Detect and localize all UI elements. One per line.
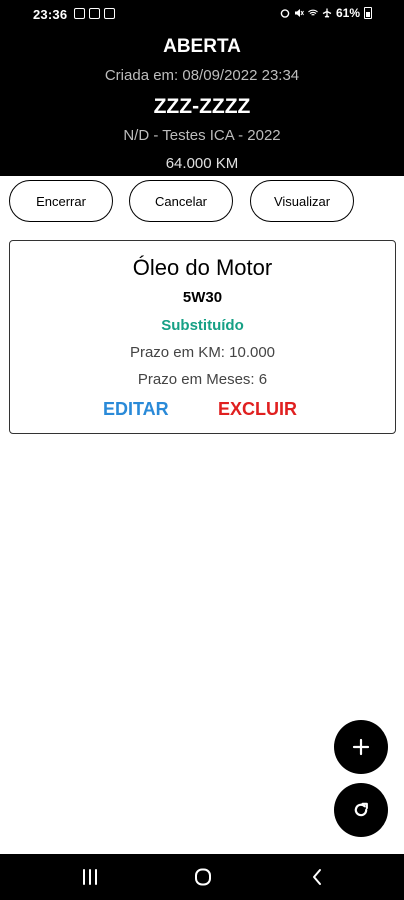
gallery-icon (74, 8, 85, 19)
refresh-button[interactable] (334, 783, 388, 837)
recent-apps-icon (83, 869, 97, 885)
service-item-status: Substituído (161, 317, 244, 334)
month-deadline: Prazo em Meses: 6 (137, 371, 268, 388)
edit-button[interactable]: EDITAR (103, 399, 169, 420)
refresh-icon (354, 802, 368, 817)
service-item-spec: 5W30 (182, 289, 223, 306)
status-time: 23:36 (33, 7, 68, 22)
notification-icon (104, 8, 115, 19)
action-bar: Encerrar Cancelar Visualizar (9, 180, 399, 224)
order-status: ABERTA (163, 36, 241, 57)
close-order-button[interactable]: Encerrar (9, 180, 113, 222)
recent-apps-button[interactable] (78, 865, 102, 889)
back-icon (313, 869, 321, 885)
home-button[interactable] (191, 865, 215, 889)
back-button[interactable] (305, 865, 329, 889)
alarm-icon (280, 9, 290, 18)
vehicle-description: N/D - Testes ICA - 2022 (123, 127, 281, 144)
cancel-button[interactable]: Cancelar (129, 180, 233, 222)
vehicle-km: 64.000 KM (165, 155, 239, 172)
notification-icons (74, 8, 115, 19)
header: 23:36 61% ABERTA Criada em: 08/09/2022 2… (0, 0, 404, 176)
wifi-icon (308, 9, 318, 16)
system-icons: 61% (280, 6, 372, 20)
service-item-title: Óleo do Motor (132, 255, 273, 280)
navigation-bar (0, 854, 404, 900)
mute-icon (294, 9, 304, 17)
add-button[interactable] (334, 720, 388, 774)
view-button[interactable]: Visualizar (250, 180, 354, 222)
plus-icon (352, 738, 370, 756)
delete-button[interactable]: EXCLUIR (218, 399, 297, 420)
created-date: Criada em: 08/09/2022 23:34 (104, 67, 300, 84)
service-item-card: Óleo do Motor 5W30 Substituído Prazo em … (9, 240, 396, 434)
status-bar: 23:36 61% (0, 0, 404, 30)
home-icon (195, 868, 211, 886)
screen: 23:36 61% ABERTA Criada em: 08/09/2022 2… (0, 0, 404, 900)
notification-icon (89, 8, 100, 19)
km-deadline: Prazo em KM: 10.000 (129, 344, 276, 361)
airplane-icon (322, 8, 332, 18)
battery-icon (364, 7, 372, 19)
vehicle-plate: ZZZ-ZZZZ (153, 95, 251, 118)
battery-percent: 61% (335, 6, 360, 20)
